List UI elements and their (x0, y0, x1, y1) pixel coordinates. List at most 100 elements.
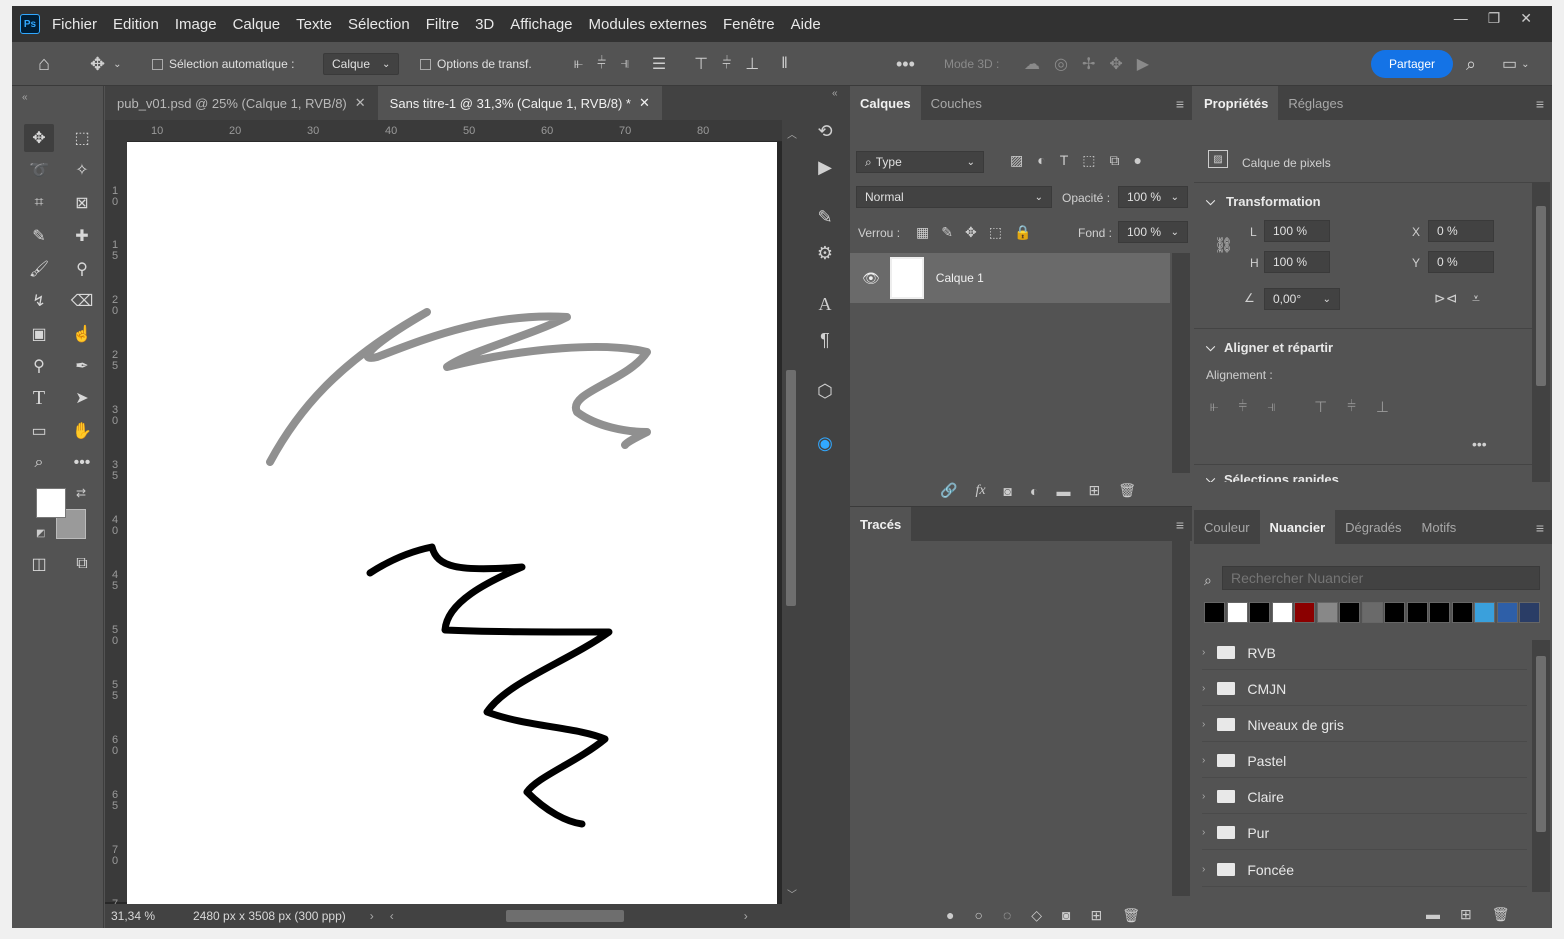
smart-object-filter-icon[interactable]: ⧉ (1110, 152, 1120, 169)
new-group-icon[interactable]: ▬ (1056, 483, 1070, 499)
brushes-panel-icon[interactable]: ✎ (810, 202, 840, 232)
align-top-icon[interactable]: ⊤ (694, 54, 708, 74)
maximize-icon[interactable]: ❐ (1488, 10, 1501, 27)
stamp-tool-icon[interactable]: ⚲ (67, 255, 97, 283)
fill-field[interactable]: 100 % ⌄ (1118, 221, 1188, 243)
tab-couleur[interactable]: Couleur (1194, 510, 1260, 544)
plugin-panel-icon[interactable]: ◉ (810, 428, 840, 458)
distribute-icon[interactable]: ☰ (652, 54, 666, 74)
lock-all-icon[interactable]: 🔒 (1014, 224, 1031, 241)
tab-motifs[interactable]: Motifs (1412, 510, 1467, 544)
align-left-icon[interactable]: ⫦ (1210, 398, 1218, 416)
color-swatch[interactable] (1204, 602, 1225, 623)
eyedropper-tool-icon[interactable]: ✎ (24, 222, 54, 250)
slide-3d-icon[interactable]: ✥ (1109, 54, 1122, 74)
align-right-icon[interactable]: ⫣ (1267, 398, 1276, 416)
opacity-field[interactable]: 100 % ⌄ (1118, 186, 1188, 208)
more-tools-icon[interactable]: ••• (67, 449, 97, 477)
new-path-icon[interactable]: ⊞ (1091, 907, 1103, 924)
canvas-viewport[interactable] (127, 142, 782, 904)
link-layers-icon[interactable]: 🔗 (940, 482, 957, 499)
status-menu-icon[interactable]: › (370, 909, 374, 923)
lock-transparency-icon[interactable]: ▦ (916, 224, 929, 241)
horizontal-ruler[interactable]: 10 20 30 40 50 60 70 80 (127, 120, 782, 142)
tab-pub-v01[interactable]: pub_v01.psd @ 25% (Calque 1, RVB/8) ✕ (105, 86, 378, 120)
search-icon[interactable]: ⌕ (1466, 42, 1476, 86)
layer-name[interactable]: Calque 1 (936, 271, 984, 285)
angle-field[interactable]: 0,00° ⌄ (1264, 288, 1340, 310)
collapse-icon[interactable]: « (22, 92, 28, 103)
panel-menu-icon[interactable]: ≡ (1176, 96, 1184, 112)
type-filter-icon[interactable]: T (1060, 152, 1069, 169)
align-vcenter-icon[interactable]: ⫩ (722, 55, 731, 73)
tab-reglages[interactable]: Réglages (1278, 86, 1353, 120)
color-swatch[interactable] (1249, 602, 1270, 623)
panel-menu-icon[interactable]: ≡ (1176, 517, 1184, 533)
close-tab-icon[interactable]: ✕ (639, 95, 650, 111)
gradient-tool-icon[interactable]: ▣ (24, 320, 54, 348)
zoom-tool-icon[interactable]: ⌕ (24, 449, 54, 477)
menu-filtre[interactable]: Filtre (426, 16, 459, 33)
x-field[interactable]: 0 % (1428, 220, 1494, 242)
vertical-scrollbar[interactable]: ︿ ﹀ (782, 120, 800, 904)
document-canvas[interactable] (127, 142, 777, 904)
width-field[interactable]: 100 % (1264, 220, 1330, 242)
align-bottom-icon[interactable]: ⊥ (1376, 398, 1389, 416)
add-mask-icon[interactable]: ◙ (1004, 483, 1012, 499)
height-field[interactable]: 100 % (1264, 251, 1330, 273)
tab-sans-titre-1[interactable]: Sans titre-1 @ 31,3% (Calque 1, RVB/8) *… (377, 86, 662, 120)
color-swatch[interactable] (1226, 602, 1248, 623)
color-swatch[interactable] (1361, 602, 1383, 623)
rectangle-tool-icon[interactable]: ▭ (24, 417, 54, 445)
load-selection-icon[interactable]: ◌ (1003, 907, 1011, 924)
pen-tool-icon[interactable]: ✒ (67, 352, 97, 380)
layer-filter-dropdown[interactable]: ⌕ Type ⌄ (856, 151, 984, 173)
type-tool-icon[interactable]: T (24, 384, 54, 412)
foreground-color-swatch-front[interactable] (36, 488, 66, 518)
tab-couches[interactable]: Couches (921, 86, 992, 120)
align-vcenter-icon[interactable]: ⫩ (1347, 398, 1356, 416)
tab-nuancier[interactable]: Nuancier (1259, 510, 1336, 544)
swatches-scrollbar[interactable] (1532, 640, 1550, 892)
color-swatch[interactable] (1519, 602, 1540, 623)
brush-tool-icon[interactable]: 🖌 (24, 255, 54, 283)
quick-selections-section[interactable]: ⌵ Sélections rapides (1206, 470, 1526, 482)
3d-panel-icon[interactable]: ⬡ (810, 376, 840, 406)
menu-texte[interactable]: Texte (296, 16, 332, 33)
pan-3d-icon[interactable]: ✢ (1082, 54, 1095, 74)
new-group-icon[interactable]: ▬ (1426, 906, 1440, 923)
swatch-group-claire[interactable]: › Claire (1202, 780, 1527, 814)
panel-menu-icon[interactable]: ≡ (1536, 96, 1544, 112)
flip-horizontal-icon[interactable]: ⊳⊲ (1434, 290, 1457, 307)
zoom-level[interactable]: 31,34 % (111, 909, 193, 923)
collapse-icon[interactable]: « (832, 88, 838, 99)
brush-settings-icon[interactable]: ⚙ (810, 238, 840, 268)
transform-section-title[interactable]: Transformation (1226, 194, 1321, 209)
paragraph-panel-icon[interactable]: ¶ (810, 325, 840, 355)
auto-select-dropdown[interactable]: Calque ⌄ (323, 53, 400, 75)
horizontal-scrollbar-thumb[interactable] (505, 910, 624, 922)
marquee-tool-icon[interactable]: ⬚ (67, 124, 97, 152)
path-selection-tool-icon[interactable]: ➤ (67, 384, 97, 412)
swap-colors-icon[interactable]: ⇄ (76, 486, 86, 500)
quick-mask-icon[interactable]: ◫ (24, 550, 54, 578)
swatch-group-niveaux-de-gris[interactable]: › Niveaux de gris (1202, 708, 1527, 742)
align-hcenter-icon[interactable]: ⫩ (1238, 398, 1247, 416)
fill-path-icon[interactable]: ● (946, 907, 954, 924)
color-swatch[interactable] (1474, 602, 1495, 623)
crop-tool-icon[interactable]: ⌗ (24, 189, 54, 217)
color-swatch[interactable] (1294, 602, 1315, 623)
menu-selection[interactable]: Sélection (348, 16, 410, 33)
history-brush-tool-icon[interactable]: ↯ (24, 287, 54, 315)
tab-traces[interactable]: Tracés (850, 507, 912, 541)
link-proportions-icon[interactable]: ⛓ (1214, 236, 1233, 254)
character-panel-icon[interactable]: A (810, 289, 840, 319)
color-swatch[interactable] (1429, 602, 1450, 623)
color-swatch[interactable] (1316, 602, 1338, 623)
lock-pixels-icon[interactable]: ✎ (941, 224, 953, 241)
align-bottom-icon[interactable]: ⊥ (745, 54, 759, 74)
lasso-tool-icon[interactable]: ➰ (24, 156, 54, 184)
scroll-left-icon[interactable]: ‹ (390, 909, 394, 923)
paths-scrollbar[interactable] (1172, 541, 1190, 896)
close-tab-icon[interactable]: ✕ (355, 95, 366, 111)
